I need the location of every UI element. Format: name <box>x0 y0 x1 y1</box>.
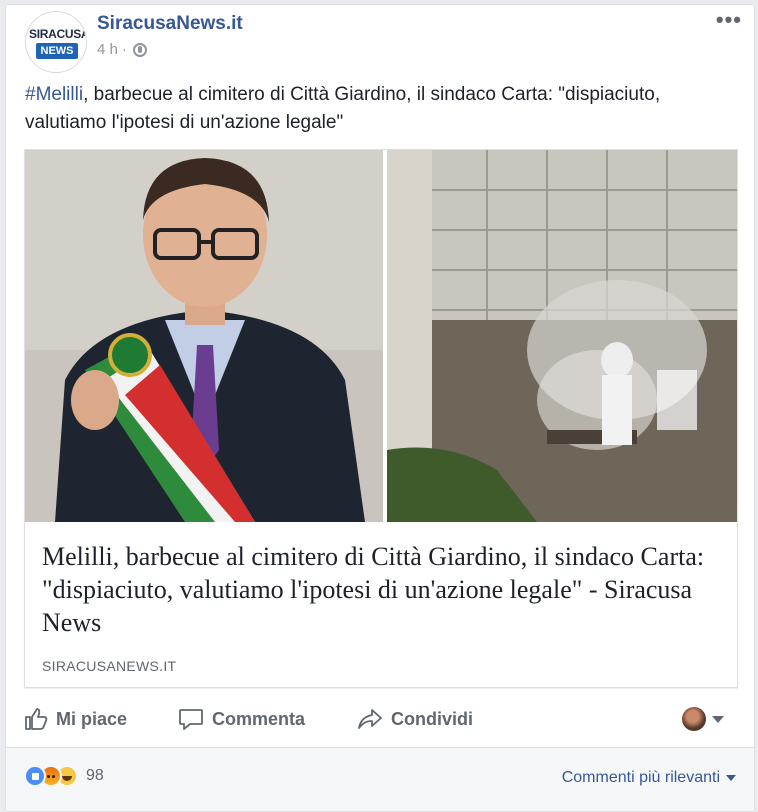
comment-icon <box>179 709 203 730</box>
like-button[interactable]: Mi piace <box>24 701 127 737</box>
globe-icon[interactable] <box>132 42 147 57</box>
link-preview-domain: SIRACUSANEWS.IT <box>42 658 177 674</box>
user-avatar <box>682 707 706 731</box>
share-icon <box>358 709 382 729</box>
meta-separator: · <box>121 41 127 58</box>
page-name-link[interactable]: SiracusaNews.it <box>97 13 243 35</box>
chevron-down-icon <box>726 775 736 781</box>
post-card: SIRACUSA NEWS SiracusaNews.it 4 h · ••• … <box>5 4 755 812</box>
like-label: Mi piace <box>56 708 128 729</box>
link-preview-title[interactable]: Melilli, barbecue al cimitero di Città G… <box>42 540 732 639</box>
like-reaction-icon <box>24 765 46 787</box>
post-body-text: , barbecue al cimitero di Città Giardino… <box>25 84 661 133</box>
share-button[interactable]: Condividi <box>357 701 473 737</box>
post-text: #Melilli, barbecue al cimitero di Città … <box>25 81 745 137</box>
more-options-icon[interactable]: ••• <box>716 7 742 33</box>
post-timestamp[interactable]: 4 h <box>97 41 118 58</box>
link-preview-image[interactable] <box>25 150 737 522</box>
post-actions: Mi piace Commenta Condividi <box>24 701 738 737</box>
reaction-count[interactable]: 98 <box>86 767 104 785</box>
chevron-down-icon <box>712 715 724 723</box>
mayor-photo <box>25 150 383 522</box>
avatar-logo-text-bottom: NEWS <box>36 43 78 59</box>
page-avatar[interactable]: SIRACUSA NEWS <box>25 11 87 73</box>
post-meta: 4 h · <box>97 41 147 58</box>
thumbs-up-icon <box>25 708 48 730</box>
comment-label: Commenta <box>212 708 306 729</box>
avatar-logo-text-top: SIRACUSA <box>29 27 87 41</box>
link-preview[interactable]: Melilli, barbecue al cimitero di Città G… <box>24 149 738 688</box>
share-label: Condividi <box>391 708 473 729</box>
comment-sort-dropdown[interactable]: Commenti più rilevanti <box>562 769 736 787</box>
comment-sort-label: Commenti più rilevanti <box>561 769 720 786</box>
cemetery-barbecue-photo <box>387 150 737 522</box>
reactions-summary[interactable]: 98 <box>24 765 104 787</box>
comment-button[interactable]: Commenta <box>178 701 305 737</box>
post-as-selector[interactable] <box>682 701 724 737</box>
hashtag-link[interactable]: #Melilli <box>25 84 83 105</box>
